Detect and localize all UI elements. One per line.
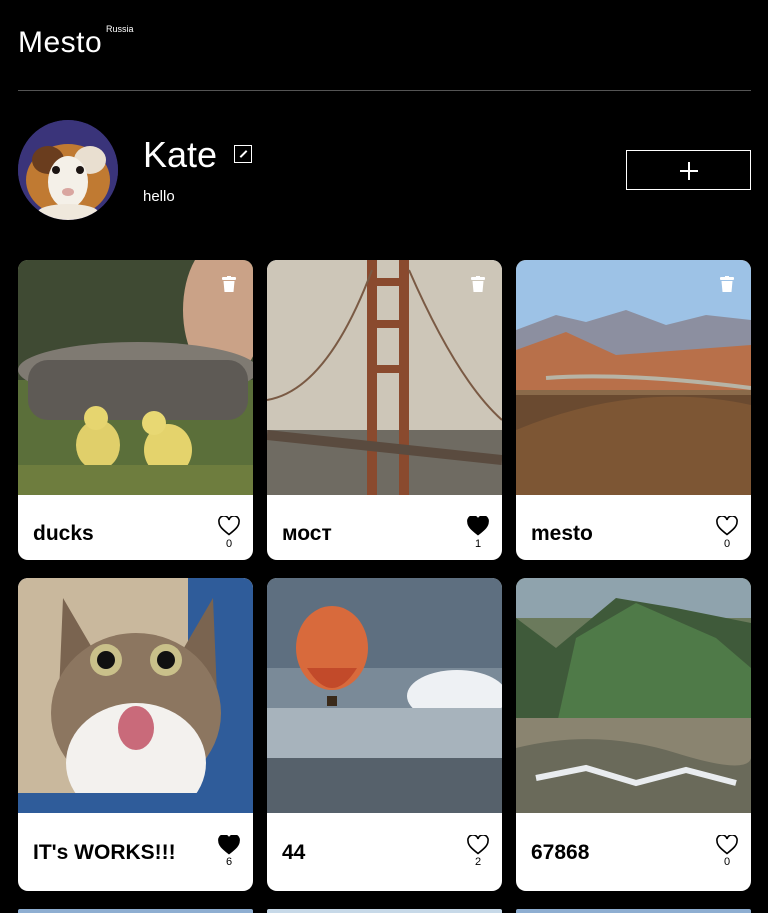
card-title: ducks: [33, 522, 94, 545]
trash-icon: [222, 276, 236, 292]
profile-about: hello: [143, 188, 175, 205]
heart-outline-icon: [716, 516, 738, 536]
next-card-peek: [18, 909, 253, 913]
like-button[interactable]: [218, 835, 240, 855]
card: мост 1: [267, 260, 502, 560]
delete-card-button[interactable]: [470, 276, 486, 293]
like-count: 6: [225, 856, 233, 868]
card: 44 2: [267, 578, 502, 891]
card: ducks 0: [18, 260, 253, 560]
card-title: мост: [282, 522, 332, 545]
like-count: 0: [723, 856, 731, 868]
like-button[interactable]: [467, 835, 489, 855]
mountains-photo[interactable]: [516, 578, 751, 813]
add-card-button[interactable]: [626, 150, 751, 190]
cat-photo[interactable]: [18, 578, 253, 813]
bridge-photo[interactable]: [267, 260, 502, 495]
balloon-photo[interactable]: [267, 578, 502, 813]
card: mesto 0: [516, 260, 751, 560]
card-title: 44: [282, 841, 306, 864]
like-button[interactable]: [218, 516, 240, 536]
heart-outline-icon: [467, 835, 489, 855]
heart-filled-icon: [218, 835, 240, 855]
header: Mesto Russia: [18, 0, 751, 91]
next-card-peek: [267, 909, 502, 913]
like-count: 2: [474, 856, 482, 868]
profile-name: Kate: [143, 134, 218, 175]
profile: Kate hello: [18, 120, 751, 220]
like-count: 1: [474, 538, 482, 550]
card-title: 67868: [531, 841, 590, 864]
guinea-pig-avatar: [18, 120, 118, 220]
like-count: 0: [225, 538, 233, 550]
heart-filled-icon: [467, 516, 489, 536]
like-count: 0: [723, 538, 731, 550]
logo-text: Mesto: [18, 26, 103, 59]
logo-sub: Russia: [106, 24, 134, 34]
logo[interactable]: Mesto Russia: [18, 24, 134, 60]
delete-card-button[interactable]: [221, 276, 237, 293]
card-title: mesto: [531, 522, 593, 545]
heart-outline-icon: [716, 835, 738, 855]
like-button[interactable]: [467, 516, 489, 536]
plus-icon-vertical: [688, 162, 690, 180]
delete-card-button[interactable]: [719, 276, 735, 293]
trash-icon: [471, 276, 485, 292]
like-button[interactable]: [716, 835, 738, 855]
trash-icon: [720, 276, 734, 292]
card-title: IT's WORKS!!!: [33, 841, 176, 864]
heart-outline-icon: [218, 516, 240, 536]
next-card-peek: [516, 909, 751, 913]
edit-profile-button[interactable]: [234, 145, 252, 163]
valley-photo[interactable]: [516, 260, 751, 495]
ducks-photo[interactable]: [18, 260, 253, 495]
pencil-icon: [239, 150, 248, 158]
like-button[interactable]: [716, 516, 738, 536]
avatar[interactable]: [18, 120, 118, 220]
card: 67868 0: [516, 578, 751, 891]
card: IT's WORKS!!! 6: [18, 578, 253, 891]
